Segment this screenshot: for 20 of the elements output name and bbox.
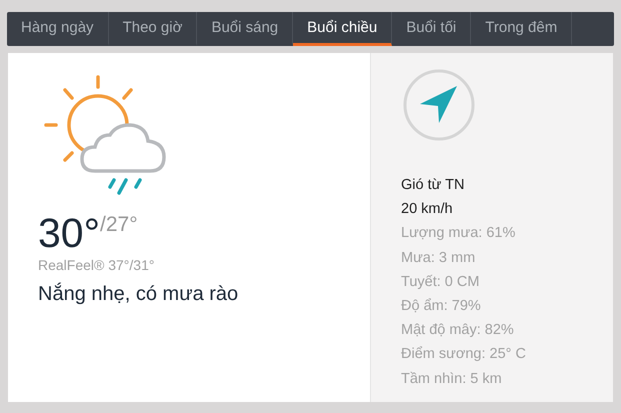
detail-text: Mật độ mây: 82% (401, 321, 515, 340)
low-temperature: /27° (100, 213, 138, 237)
realfeel-text: RealFeel® 37°/31° (38, 257, 156, 273)
tab[interactable]: Buổi sáng (197, 12, 294, 46)
detail-text: Độ ẩm: 79% (401, 297, 482, 316)
tab[interactable]: Hàng ngày (7, 12, 109, 46)
detail-text: Tuyết: 0 CM (401, 272, 480, 292)
detail-text: Gió từ TN (401, 176, 466, 195)
tab[interactable]: Buổi chiều (293, 12, 392, 46)
detail-text: 20 km/h (401, 200, 454, 220)
tab[interactable]: Theo giờ (108, 12, 198, 46)
tab[interactable]: Trong đêm (471, 12, 572, 46)
tab[interactable]: Buổi tối (392, 12, 472, 46)
detail-text: Lượng mưa: 61% (401, 224, 516, 244)
detail-text: Tầm nhìn: 5 km (401, 370, 503, 389)
detail-text: Mưa: 3 mm (401, 248, 476, 268)
condition-text: Nắng nhẹ, có mưa rào (38, 283, 240, 306)
detail-text: Điểm sương: 25° C (401, 345, 527, 364)
compass-icon (401, 67, 477, 143)
high-temperature: 30° (38, 211, 100, 255)
